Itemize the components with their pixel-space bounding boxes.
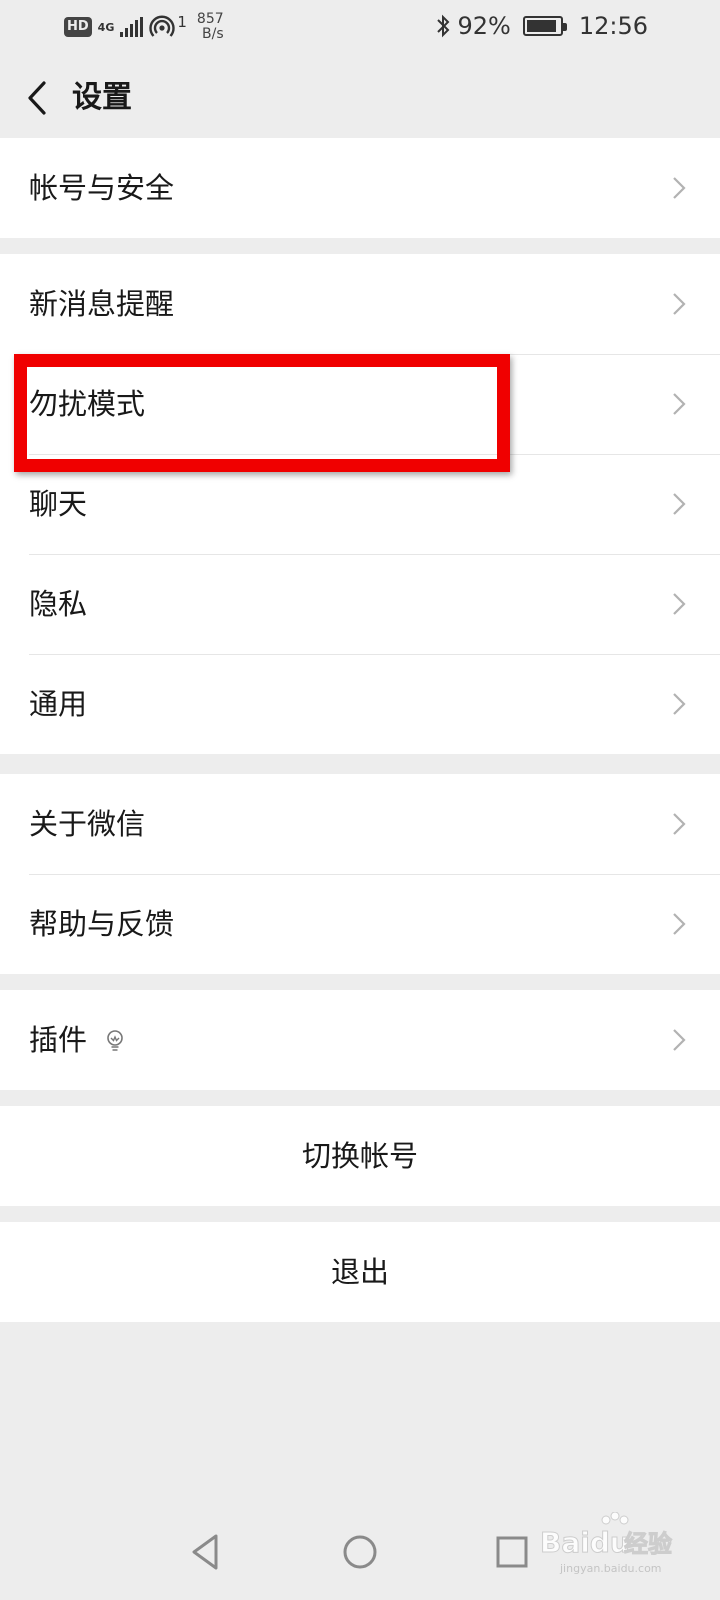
nav-back-icon[interactable] <box>184 1530 228 1574</box>
chevron-right-icon <box>673 493 686 515</box>
settings-row-new-message-alerts[interactable]: 新消息提醒 <box>0 254 720 354</box>
settings-row-account-security[interactable]: 帐号与安全 <box>0 138 720 238</box>
settings-group-account: 帐号与安全 <box>0 138 720 238</box>
row-label: 新消息提醒 <box>29 287 175 321</box>
signal-icon <box>120 17 144 37</box>
chevron-right-icon <box>673 177 686 199</box>
lightbulb-icon <box>107 1030 123 1051</box>
settings-row-general[interactable]: 通用 <box>0 654 720 754</box>
header: 设置 <box>0 58 720 138</box>
clock: 12:56 <box>578 12 648 40</box>
network-speed: 857 B/s <box>197 12 224 42</box>
network-type: 4G <box>97 20 115 34</box>
wechat-settings-screen: HD 4G 1 857 B/s 92% 12:56 设置 帐号与安全 新消息提醒… <box>0 0 720 1600</box>
status-left: HD 4G 1 857 B/s <box>64 12 224 42</box>
settings-row-plugins[interactable]: 插件 <box>0 990 720 1090</box>
switch-account-label: 切换帐号 <box>301 1139 418 1173</box>
watermark-brand: Baidu <box>540 1526 630 1559</box>
status-bar: HD 4G 1 857 B/s 92% 12:56 <box>0 0 720 52</box>
settings-row-help-feedback[interactable]: 帮助与反馈 <box>0 874 720 974</box>
settings-row-privacy[interactable]: 隐私 <box>0 554 720 654</box>
switch-account-group: 切换帐号 <box>0 1106 720 1206</box>
row-label: 帮助与反馈 <box>29 907 175 941</box>
baidu-jingyan-watermark: Baidu 经验 jingyan.baidu.com <box>540 1512 673 1575</box>
status-right: 92% 12:56 <box>435 10 648 42</box>
battery-level <box>526 20 556 32</box>
battery-percent: 92% <box>457 12 511 40</box>
logout-label: 退出 <box>330 1255 389 1289</box>
speed-value: 857 <box>196 11 224 27</box>
hd-badge: HD <box>64 17 92 37</box>
settings-group-about: 关于微信 帮助与反馈 <box>0 774 720 974</box>
row-label: 通用 <box>29 687 88 721</box>
battery-icon <box>522 16 567 36</box>
hotspot-icon <box>149 15 176 37</box>
row-label: 隐私 <box>29 587 88 621</box>
row-label: 勿扰模式 <box>29 387 146 421</box>
chevron-right-icon <box>673 913 686 935</box>
settings-group-general: 新消息提醒 勿扰模式 聊天 隐私 通用 <box>0 254 720 754</box>
settings-group-plugins: 插件 <box>0 990 720 1090</box>
chevron-right-icon <box>673 693 686 715</box>
bluetooth-icon <box>437 14 450 38</box>
row-label: 聊天 <box>29 487 88 521</box>
watermark-subtext: jingyan.baidu.com <box>559 1562 662 1575</box>
speed-unit: B/s <box>202 26 224 42</box>
chevron-right-icon <box>673 1029 686 1051</box>
switch-account-button[interactable]: 切换帐号 <box>0 1106 720 1206</box>
nav-home-icon[interactable] <box>338 1530 382 1574</box>
settings-row-chat[interactable]: 聊天 <box>0 454 720 554</box>
settings-row-do-not-disturb[interactable]: 勿扰模式 <box>0 354 720 454</box>
chevron-right-icon <box>673 393 686 415</box>
watermark-label: 经验 <box>624 1530 672 1558</box>
logout-button[interactable]: 退出 <box>0 1222 720 1322</box>
back-arrow-icon[interactable] <box>18 76 62 120</box>
logout-group: 退出 <box>0 1222 720 1322</box>
row-label: 插件 <box>29 1023 88 1057</box>
row-label: 关于微信 <box>29 807 146 841</box>
chevron-right-icon <box>673 593 686 615</box>
chevron-right-icon <box>673 293 686 315</box>
chevron-right-icon <box>673 813 686 835</box>
settings-row-about-wechat[interactable]: 关于微信 <box>0 774 720 874</box>
row-label: 帐号与安全 <box>29 171 175 205</box>
page-title: 设置 <box>72 80 132 115</box>
nav-recents-icon[interactable] <box>490 1530 534 1574</box>
hotspot-count: 1 <box>177 13 187 31</box>
